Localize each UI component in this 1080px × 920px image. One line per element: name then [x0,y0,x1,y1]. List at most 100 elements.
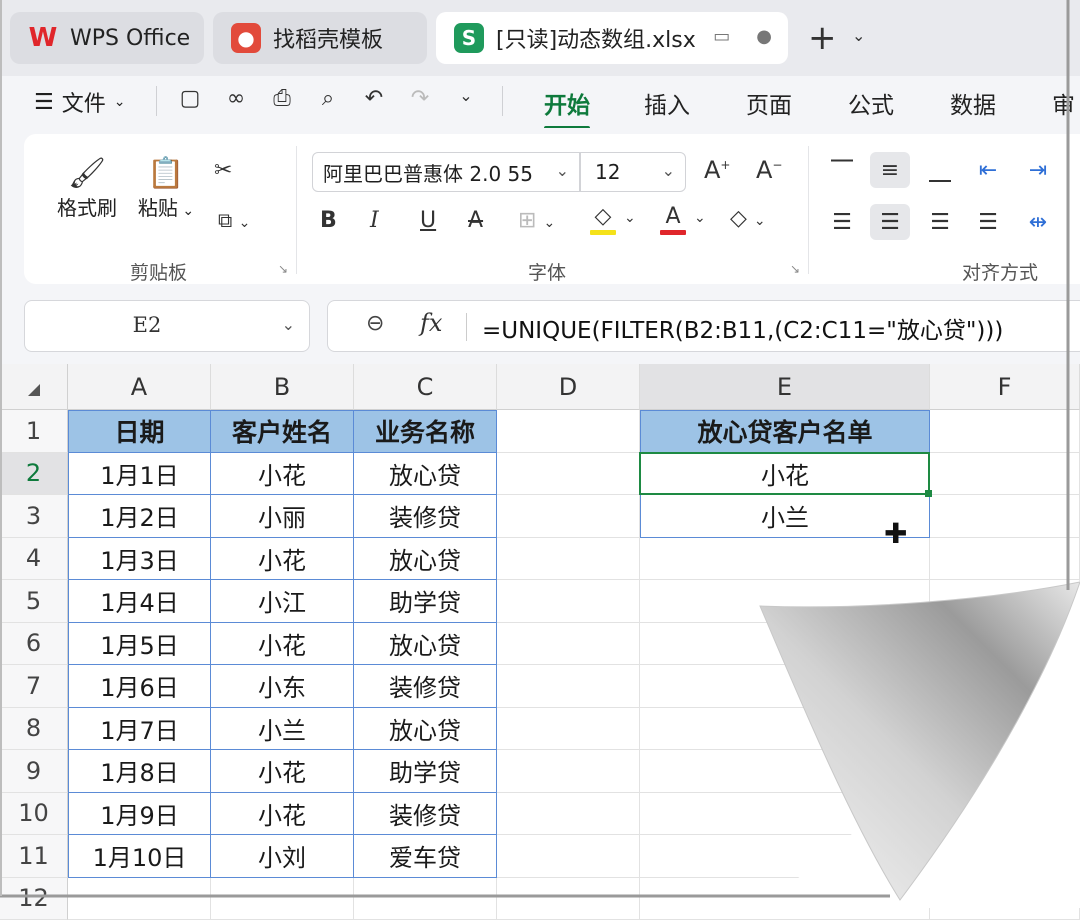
more-dropdown-icon[interactable]: ⌄ [454,86,478,111]
cell-d8[interactable] [497,708,640,751]
cell-e11[interactable] [640,835,930,878]
formula-input[interactable]: ⊖ fx =UNIQUE(FILTER(B2:B11,(C2:C11="放心贷"… [327,300,1080,352]
chevron-down-icon[interactable]: ⌄ [694,210,706,226]
cell-f9[interactable] [930,750,1080,793]
table-cell[interactable]: 助学贷 [354,580,497,623]
cell-f3[interactable] [930,495,1080,538]
cell-f1[interactable] [930,410,1080,453]
cell-f6[interactable] [930,623,1080,666]
fill-handle[interactable] [925,490,932,497]
table-cell[interactable]: 装修贷 [354,495,497,538]
table-cell[interactable]: 小刘 [211,835,354,878]
table-cell[interactable]: 1月8日 [68,750,211,793]
tab-wps-office[interactable]: W WPS Office [10,12,204,64]
file-menu-button[interactable]: ☰ 文件 ⌄ [34,86,125,118]
cell-f11[interactable] [930,835,1080,878]
table-cell[interactable]: 小江 [211,580,354,623]
row-header-8[interactable]: 8 [0,708,68,751]
cell-f5[interactable] [930,580,1080,623]
table-cell[interactable]: 小花 [211,793,354,836]
chevron-down-icon[interactable]: ⌄ [624,210,636,226]
underline-icon[interactable]: U [420,208,436,233]
row-header-11[interactable]: 11 [0,835,68,878]
tab-document[interactable]: S [只读]动态数组.xlsx ▭ ● [436,12,788,64]
cell-d3[interactable] [497,495,640,538]
align-middle-icon[interactable]: ≡ [870,152,910,188]
cell-e9[interactable] [640,750,930,793]
tab-insert[interactable]: 插入 [644,86,690,120]
font-size-select[interactable]: 12 ⌄ [580,152,686,192]
increase-font-size-icon[interactable]: A+ [704,156,730,184]
undo-icon[interactable]: ↶ [362,86,386,111]
cell-e10[interactable] [640,793,930,836]
cell-d4[interactable] [497,538,640,581]
result-header-cell[interactable]: 放心贷客户名单 [640,410,930,453]
cell-e12[interactable] [640,878,930,920]
italic-icon[interactable]: I [370,208,379,233]
cell-e8[interactable] [640,708,930,751]
row-header-5[interactable]: 5 [0,580,68,623]
copy-icon[interactable]: ⧉ ⌄ [218,208,250,232]
chevron-down-icon[interactable]: ⌄ [852,26,865,45]
cell-a12[interactable] [68,878,211,920]
increase-indent-icon[interactable]: ⇥ [1018,152,1058,188]
table-cell[interactable]: 1月4日 [68,580,211,623]
justify-icon[interactable]: ☰ [968,204,1008,240]
cell-f4[interactable] [930,538,1080,581]
cell-d9[interactable] [497,750,640,793]
save-icon[interactable]: ▢ [178,86,202,111]
table-cell[interactable]: 放心贷 [354,708,497,751]
align-left-icon[interactable]: ☰ [822,204,862,240]
table-cell[interactable]: 装修贷 [354,665,497,708]
cell-d2[interactable] [497,453,640,496]
cell-e7[interactable] [640,665,930,708]
row-header-3[interactable]: 3 [0,495,68,538]
cell-f2[interactable] [930,453,1080,496]
table-header-cell[interactable]: 客户姓名 [211,410,354,453]
row-header-9[interactable]: 9 [0,750,68,793]
cell-d7[interactable] [497,665,640,708]
borders-icon[interactable]: ⊞ ⌄ [518,208,555,233]
clear-format-icon[interactable]: ◇ ⌄ [730,206,766,231]
tab-data[interactable]: 数据 [950,86,996,120]
align-center-icon[interactable]: ☰ [870,204,910,240]
new-tab-button[interactable]: + [808,18,837,58]
table-cell[interactable]: 小花 [211,750,354,793]
dialog-launcher-icon[interactable]: ↘ [278,262,288,276]
cell-d6[interactable] [497,623,640,666]
align-right-icon[interactable]: ☰ [920,204,960,240]
distribute-icon[interactable]: ⇹ [1018,204,1058,240]
table-cell[interactable]: 1月9日 [68,793,211,836]
table-cell[interactable]: 小东 [211,665,354,708]
table-header-cell[interactable]: 业务名称 [354,410,497,453]
row-header-12[interactable]: 12 [0,878,68,920]
dialog-launcher-icon[interactable]: ↘ [790,262,800,276]
table-cell[interactable]: 小丽 [211,495,354,538]
tab-page[interactable]: 页面 [746,86,792,120]
column-header-c[interactable]: C [354,364,497,410]
table-cell[interactable]: 小花 [211,453,354,496]
redo-icon[interactable]: ↷ [408,86,432,111]
table-cell[interactable]: 小花 [211,538,354,581]
column-header-d[interactable]: D [497,364,640,410]
table-cell[interactable]: 放心贷 [354,538,497,581]
cell-e6[interactable] [640,623,930,666]
row-header-6[interactable]: 6 [0,623,68,666]
table-cell[interactable]: 小兰 [211,708,354,751]
row-header-1[interactable]: 1 [0,410,68,453]
table-cell[interactable]: 小花 [211,623,354,666]
chevron-down-icon[interactable]: ⌄ [282,315,295,334]
table-cell[interactable]: 1月5日 [68,623,211,666]
cell-f10[interactable] [930,793,1080,836]
row-header-4[interactable]: 4 [0,538,68,581]
bold-icon[interactable]: B [320,208,337,233]
select-all-corner[interactable] [0,364,68,410]
zoom-icon[interactable]: ⊖ [366,311,384,336]
cell-f7[interactable] [930,665,1080,708]
table-cell[interactable]: 1月10日 [68,835,211,878]
tab-formulas[interactable]: 公式 [848,86,894,120]
column-header-b[interactable]: B [211,364,354,410]
column-header-a[interactable]: A [68,364,211,410]
cut-icon[interactable]: ✂ [214,158,232,183]
table-cell[interactable]: 1月1日 [68,453,211,496]
